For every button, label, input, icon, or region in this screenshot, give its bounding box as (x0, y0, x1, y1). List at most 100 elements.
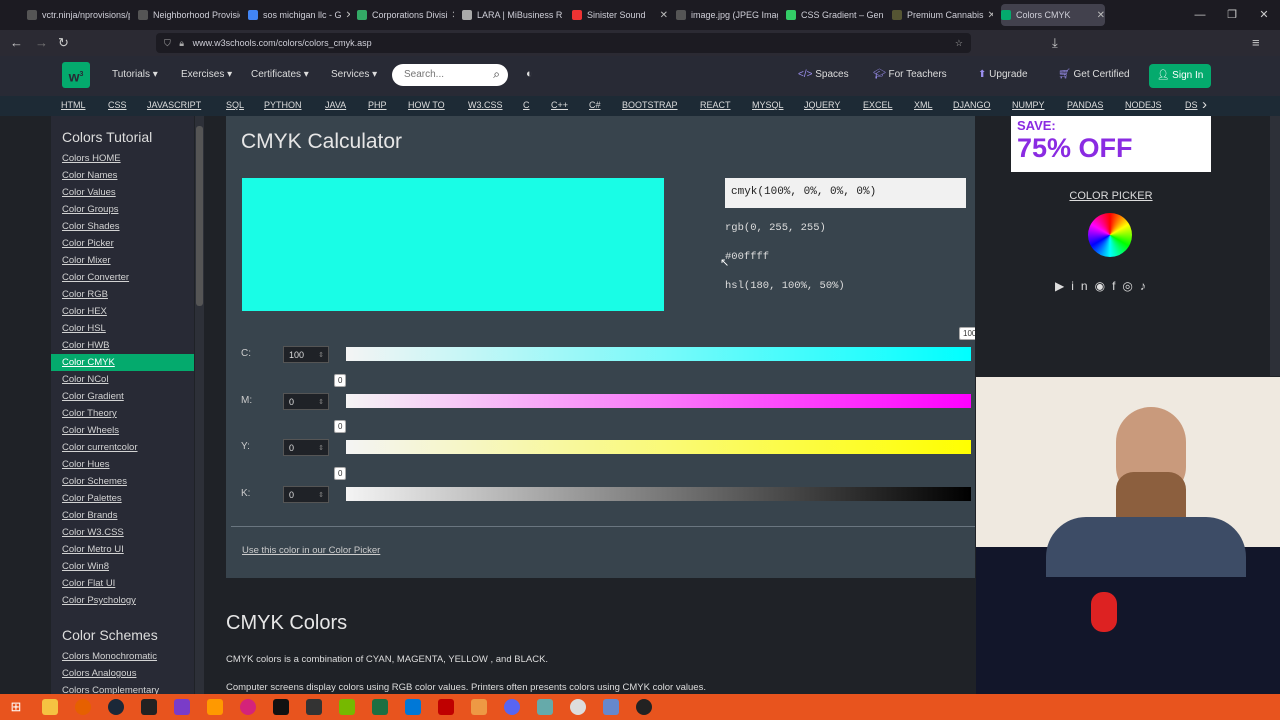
sidebar-item[interactable]: Color HWB (51, 337, 194, 354)
sidebar-item[interactable]: Color Psychology (51, 592, 194, 609)
restore-icon[interactable]: ❐ (1216, 0, 1248, 30)
topnav-item[interactable]: MYSQL (752, 100, 784, 110)
close-icon[interactable]: ✕ (1248, 0, 1280, 30)
topnav-item[interactable]: JAVASCRIPT (147, 100, 201, 110)
sidebar-item[interactable]: Color Palettes (51, 490, 194, 507)
app-icon-15[interactable] (504, 699, 520, 715)
app-icon-16[interactable] (537, 699, 553, 715)
topnav-item[interactable]: HTML (61, 100, 86, 110)
tab-close-icon[interactable]: ✕ (342, 10, 350, 21)
topnav-item[interactable]: DJANGO (953, 100, 991, 110)
instagram-icon[interactable]: ◎ (1122, 279, 1139, 293)
tab-close-icon[interactable]: ✕ (656, 10, 668, 21)
nvidia-icon[interactable] (339, 699, 355, 715)
topnav-item[interactable]: JQUERY (804, 100, 840, 110)
topnav-item[interactable]: NODEJS (1125, 100, 1162, 110)
sidebar-item[interactable]: Color Flat UI (51, 575, 194, 592)
topnav-item[interactable]: REACT (700, 100, 731, 110)
topnav-item[interactable]: HOW TO (408, 100, 445, 110)
linkedin-icon[interactable]: in (1071, 279, 1094, 293)
magenta-number-input[interactable]: 0 ⇕ (283, 393, 329, 410)
file-explorer-icon[interactable] (42, 699, 58, 715)
forward-icon[interactable]: → (35, 34, 48, 52)
sidebar-item[interactable]: Color NCol (51, 371, 194, 388)
sidebar-item[interactable]: Color Metro UI (51, 541, 194, 558)
sidebar-item[interactable]: Color Names (51, 167, 194, 184)
spinner-icon[interactable]: ⇕ (318, 487, 324, 504)
tab-close-icon[interactable]: ✕ (562, 10, 564, 21)
back-icon[interactable]: ← (10, 34, 23, 52)
sidebar-item[interactable]: Color HEX (51, 303, 194, 320)
for-teachers-link[interactable]: 🎓︎ For Teachers (873, 69, 947, 80)
browser-tab[interactable]: Colors CMYK ✕ (1001, 4, 1105, 26)
topnav-item[interactable]: PYTHON (264, 100, 302, 110)
obs-icon[interactable] (636, 699, 652, 715)
browser-tab[interactable]: CSS Gradient – Gen✕ (786, 4, 884, 26)
cyan-number-input[interactable]: 100 ⇕ (283, 346, 329, 363)
topnav-item[interactable]: C# (589, 100, 601, 110)
sidebar-item[interactable]: Color Theory (51, 405, 194, 422)
topnav-item[interactable]: BOOTSTRAP (622, 100, 678, 110)
cyan-slider[interactable] (346, 347, 971, 361)
sidebar-item[interactable]: Color Win8 (51, 558, 194, 575)
app-icon-14[interactable] (471, 699, 487, 715)
steam-icon[interactable] (108, 699, 124, 715)
topnav-item[interactable]: PANDAS (1067, 100, 1103, 110)
sidebar-scheme-item[interactable]: Colors Complementary (51, 682, 194, 694)
app-icon-5[interactable] (174, 699, 190, 715)
magenta-slider[interactable] (346, 394, 971, 408)
sidebar-item[interactable]: Color Gradient (51, 388, 194, 405)
terminal-icon[interactable] (273, 699, 289, 715)
vscode-icon[interactable] (405, 699, 421, 715)
topnav-item[interactable]: CSS (108, 100, 127, 110)
search-input[interactable] (402, 68, 486, 81)
topnav-item[interactable]: PHP (368, 100, 387, 110)
filezilla-icon[interactable] (438, 699, 454, 715)
topnav-item[interactable]: W3.CSS (468, 100, 503, 110)
topnav-item[interactable]: C++ (551, 100, 568, 110)
color-wheel-icon[interactable] (1088, 213, 1132, 257)
get-certified-link[interactable]: 🛒︎ Get Certified (1058, 69, 1130, 80)
vlc-icon[interactable] (207, 699, 223, 715)
sidebar-item[interactable]: Color Mixer (51, 252, 194, 269)
black-slider[interactable] (346, 487, 971, 501)
youtube-icon[interactable]: ▶ (1055, 279, 1071, 293)
topnav-item[interactable]: DS (1185, 100, 1198, 110)
topnav-item[interactable]: SQL (226, 100, 244, 110)
menu-icon[interactable]: ≡ (1252, 34, 1260, 52)
browser-tab[interactable]: sos michigan llc - G ✕ (248, 4, 350, 26)
spinner-icon[interactable]: ⇕ (318, 394, 324, 411)
sidebar-item[interactable]: Color Groups (51, 201, 194, 218)
yellow-number-input[interactable]: 0 ⇕ (283, 439, 329, 456)
spaces-link[interactable]: </> Spaces (798, 69, 849, 80)
browser-tab[interactable]: Neighborhood Provisio✕ (138, 4, 240, 26)
sidebar-item[interactable]: Color Converter (51, 269, 194, 286)
minimize-icon[interactable]: — (1184, 0, 1216, 30)
theme-toggle-icon[interactable]: ◐ (526, 68, 533, 80)
topnav-item[interactable]: JAVA (325, 100, 346, 110)
spreadsheet-icon[interactable] (372, 699, 388, 715)
search-icon[interactable]: ⌕ (493, 67, 500, 82)
browser-tab[interactable]: Sinister Sound ✕ (572, 4, 668, 26)
browser-tab[interactable]: Corporations Divisi✕ (357, 4, 454, 26)
tiktok-icon[interactable]: ♪ (1140, 279, 1153, 293)
discord-icon[interactable]: ◉ (1095, 279, 1112, 293)
sidebar-item[interactable]: Color RGB (51, 286, 194, 303)
sidebar-item[interactable]: Color W3.CSS (51, 524, 194, 541)
page-scrollbar[interactable] (1270, 116, 1280, 376)
color-picker-link[interactable]: Use this color in our Color Picker (242, 545, 380, 556)
sidebar-scheme-item[interactable]: Colors Analogous (51, 665, 194, 682)
yellow-slider[interactable] (346, 440, 971, 454)
facebook-icon[interactable]: f (1112, 279, 1122, 293)
browser-tab[interactable]: image.jpg (JPEG Image✕ (676, 4, 778, 26)
app-icon-17[interactable] (570, 699, 586, 715)
sidebar-item[interactable]: Color Values (51, 184, 194, 201)
sidebar-item[interactable]: Color Hues (51, 456, 194, 473)
topnav-item[interactable]: XML (914, 100, 933, 110)
download-icon[interactable]: ⤓ (1052, 34, 1058, 52)
sidebar-item[interactable]: Color Shades (51, 218, 194, 235)
browser-tab[interactable]: vctr.ninja/nprovisions/p✕ (27, 4, 130, 26)
topnav-item[interactable]: NUMPY (1012, 100, 1045, 110)
app-icon-9[interactable] (306, 699, 322, 715)
sidebar-scheme-item[interactable]: Colors Monochromatic (51, 648, 194, 665)
